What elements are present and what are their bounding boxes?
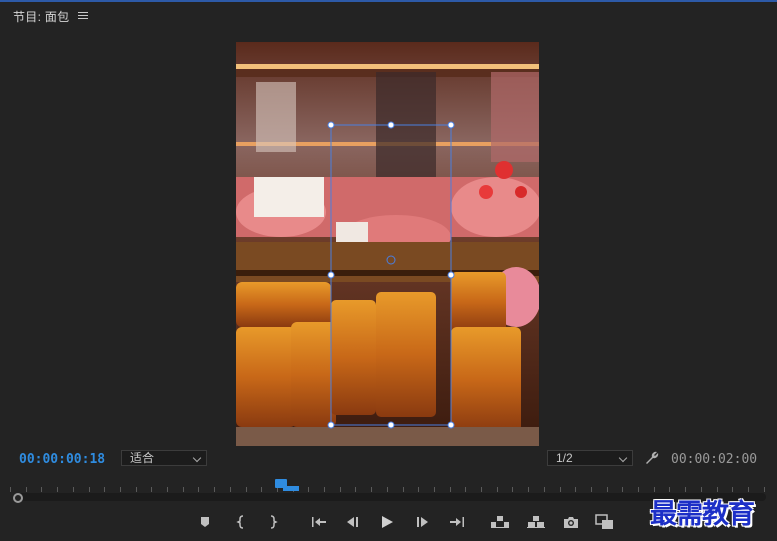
ruler-tick (119, 487, 121, 492)
ruler-tick (465, 487, 467, 492)
current-timecode[interactable]: 00:00:00:18 (19, 452, 105, 467)
wrench-icon[interactable] (645, 451, 659, 465)
time-ruler[interactable] (10, 482, 767, 492)
ruler-tick (622, 487, 624, 492)
ruler-tick (41, 487, 43, 492)
watermark-logo: 最需教育 (650, 499, 755, 530)
ruler-tick (308, 487, 310, 492)
ruler-tick (214, 487, 216, 492)
ruler-tick (559, 487, 561, 492)
chevron-down-icon (618, 453, 628, 463)
ruler-tick (151, 487, 153, 492)
camera-icon[interactable] (562, 513, 580, 531)
play-icon[interactable] (379, 513, 395, 531)
marker-icon[interactable] (198, 513, 212, 531)
go-to-out-icon[interactable] (448, 513, 466, 531)
panel-header: 节目: 面包 (13, 7, 89, 25)
ruler-tick (449, 487, 451, 492)
duration-timecode: 00:00:02:00 (671, 452, 758, 467)
ruler-tick (167, 487, 168, 492)
ruler-tick (418, 487, 420, 492)
ruler-tick (324, 487, 325, 492)
ruler-tick (496, 487, 498, 492)
lift-icon[interactable] (490, 513, 510, 531)
panel-title[interactable]: 节目: 面包 (13, 8, 69, 25)
ruler-tick (88, 487, 90, 492)
zoom-level-value: 适合 (130, 451, 155, 465)
step-forward-icon[interactable] (415, 513, 431, 531)
ruler-tick (182, 487, 184, 492)
ruler-tick (25, 487, 27, 492)
ruler-tick (763, 487, 765, 492)
ruler-tick (229, 487, 231, 492)
ruler-tick (10, 487, 11, 492)
ruler-tick (386, 487, 388, 492)
comparison-view-icon[interactable] (595, 513, 615, 531)
ruler-tick (261, 487, 263, 492)
ruler-tick (135, 487, 137, 492)
program-monitor-video[interactable] (236, 42, 539, 446)
resolution-value: 1/2 (556, 451, 573, 465)
ruler-tick (72, 487, 74, 492)
ruler-tick (512, 487, 514, 492)
ruler-tick (339, 487, 341, 492)
ruler-tick (198, 487, 200, 492)
ruler-tick (433, 487, 435, 492)
ruler-tick (606, 487, 608, 492)
ruler-tick (355, 487, 357, 492)
ruler-tick (371, 487, 373, 492)
step-back-icon[interactable] (344, 513, 360, 531)
ruler-tick (528, 487, 530, 492)
playback-resolution-select[interactable]: 1/2 (547, 450, 633, 466)
ruler-tick (104, 487, 106, 492)
ruler-tick (543, 487, 545, 492)
go-to-in-icon[interactable] (310, 513, 328, 531)
ruler-tick (638, 487, 639, 492)
ruler-tick (57, 487, 59, 492)
zoom-level-select[interactable]: 适合 (121, 450, 207, 466)
hamburger-menu-icon[interactable] (78, 12, 89, 20)
chevron-down-icon (192, 453, 202, 463)
ruler-tick (575, 487, 577, 492)
ruler-tick (245, 487, 247, 492)
ruler-tick (481, 487, 482, 492)
scrollbar-handle[interactable] (13, 493, 23, 503)
ruler-tick (590, 487, 592, 492)
mark-out-icon[interactable] (266, 513, 280, 531)
mark-in-icon[interactable] (234, 513, 248, 531)
ruler-tick (402, 487, 404, 492)
extract-icon[interactable] (526, 513, 546, 531)
playhead-marker (283, 486, 299, 491)
panel-active-border (0, 0, 777, 2)
